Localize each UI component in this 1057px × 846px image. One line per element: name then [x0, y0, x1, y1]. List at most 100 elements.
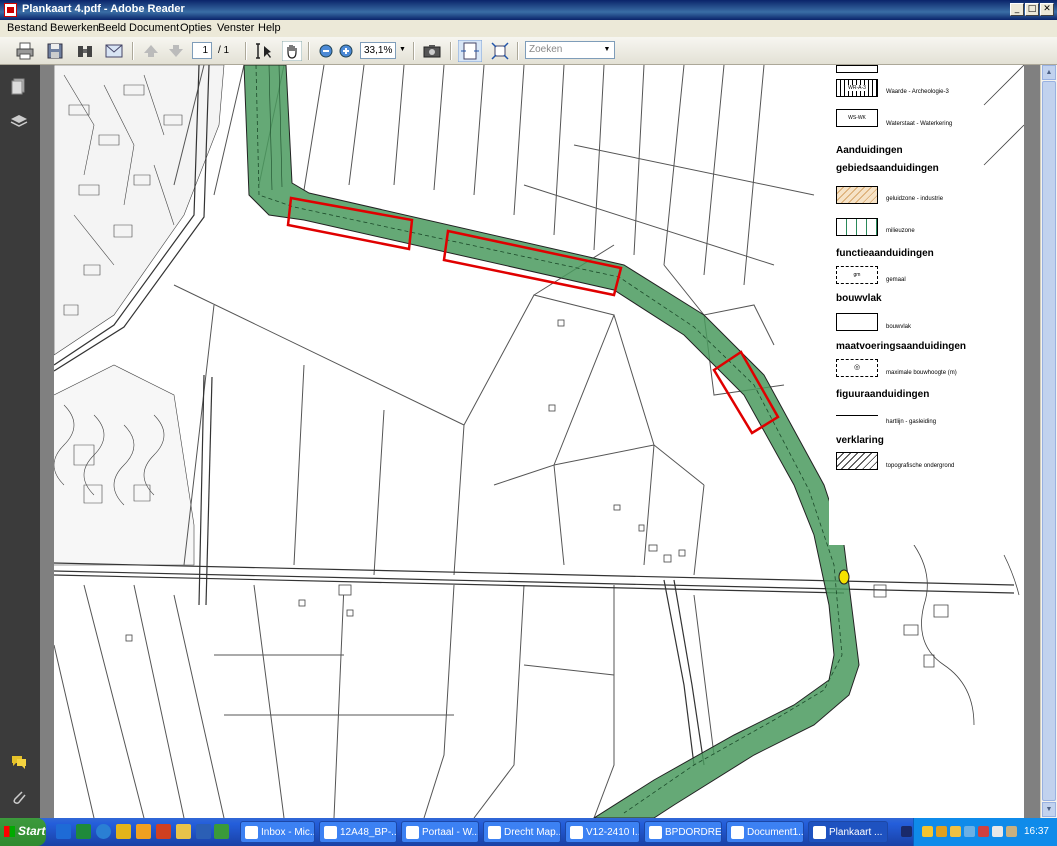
save-icon[interactable] [45, 41, 65, 61]
legend-label-archeologie: Waarde - Archeologie-3 [886, 89, 949, 95]
legend-swatch-archeologie: WR-A-3 [836, 79, 878, 97]
search-input[interactable]: Zoeken ▼ [525, 41, 615, 59]
windows-flag-icon [4, 826, 15, 837]
pdf-page[interactable]: WR-A-3 Waarde - Archeologie-3 WS-WK Wate… [54, 65, 1024, 818]
internet-explorer-icon [488, 826, 501, 839]
task-portaal[interactable]: Portaal - W... [401, 821, 479, 843]
legend-swatch-top [836, 65, 878, 73]
navigation-panel [0, 65, 40, 818]
snapshot-icon[interactable] [422, 41, 442, 61]
zoom-out-icon[interactable] [316, 41, 336, 61]
task-document1[interactable]: Document1... [726, 821, 804, 843]
legend-swatch-waterkering: WS-WK [836, 109, 878, 127]
search-dropdown-icon[interactable]: ▼ [601, 43, 613, 57]
word-icon [731, 826, 744, 839]
menu-venster[interactable]: Venster [217, 22, 254, 34]
page-number-input[interactable]: 1 [192, 42, 212, 59]
folder-icon[interactable] [176, 824, 191, 839]
tray-lock-icon[interactable] [1006, 826, 1017, 837]
close-button[interactable]: ✕ [1040, 3, 1054, 16]
menu-help[interactable]: Help [258, 22, 281, 34]
legend-heading-functieaanduidingen: functieaanduidingen [836, 248, 934, 259]
task-bpdordre[interactable]: BPDORDRE... [644, 821, 722, 843]
legend-label-topografie: topografische ondergrond [886, 463, 955, 469]
prev-page-icon[interactable] [141, 41, 161, 61]
maximize-button[interactable]: □ [1025, 3, 1039, 16]
legend-swatch-milieuzone [836, 218, 878, 236]
quicklaunch-xd-icon[interactable] [214, 824, 229, 839]
legend-heading-maatvoering: maatvoeringsaanduidingen [836, 341, 967, 352]
menu-bestand[interactable]: Bestand [7, 22, 47, 34]
show-desktop-icon[interactable] [56, 824, 71, 839]
start-button[interactable]: Start [0, 818, 46, 846]
legend-label-geluidzone: geluidzone - industrie [886, 196, 944, 202]
tray-app-icon[interactable] [936, 826, 947, 837]
legend-label-hartlijn: hartlijn - gasleiding [886, 419, 937, 425]
page-total: / 1 [218, 45, 230, 56]
excel-icon[interactable] [76, 824, 91, 839]
legend-heading-gebiedsaanduidingen: gebiedsaanduidingen [836, 163, 939, 174]
minimize-button[interactable]: _ [1010, 3, 1024, 16]
toolbar: 1 / 1 33,1% ▼ Zoeken ▼ [0, 37, 1057, 65]
clock[interactable]: 16:37 [1024, 826, 1049, 837]
menu-document[interactable]: Document [129, 22, 179, 34]
layers-icon[interactable] [10, 113, 28, 131]
legend-label-bouwvlak: bouwvlak [886, 324, 912, 330]
pdf-icon [570, 826, 583, 839]
legend-swatch-gemaal: gm [836, 266, 878, 284]
residential-area [54, 65, 225, 566]
zoom-dropdown-icon[interactable]: ▼ [399, 46, 406, 53]
menu-opties[interactable]: Opties [180, 22, 212, 34]
quicklaunch-tool-icon[interactable] [116, 824, 131, 839]
task-drecht-map[interactable]: Drecht Map... [483, 821, 561, 843]
outlook-icon [245, 826, 258, 839]
menu-bar: Bestand Bewerken Beeld Document Opties V… [0, 20, 1057, 37]
next-page-icon[interactable] [166, 41, 186, 61]
taskbar: Start Inbox - Mic... 12A48_BP-... Portaa… [0, 818, 1057, 846]
document-viewer[interactable]: WR-A-3 Waarde - Archeologie-3 WS-WK Wate… [40, 65, 1040, 818]
menu-beeld[interactable]: Beeld [98, 22, 126, 34]
select-text-icon[interactable] [254, 41, 274, 61]
window-title: Plankaart 4.pdf - Adobe Reader [22, 3, 185, 15]
hand-icon[interactable] [282, 41, 302, 61]
task-inbox[interactable]: Inbox - Mic... [240, 821, 315, 843]
scroll-down-icon[interactable]: ▼ [1042, 802, 1056, 817]
tray-clock-icon[interactable] [950, 826, 961, 837]
menu-bewerken[interactable]: Bewerken [50, 22, 99, 34]
email-icon[interactable] [104, 41, 124, 61]
word-icon[interactable] [196, 824, 211, 839]
tray-n-icon[interactable] [901, 826, 912, 837]
full-screen-icon[interactable] [490, 41, 510, 61]
quicklaunch-viewer-icon[interactable] [156, 824, 171, 839]
document-icon [649, 826, 662, 839]
print-icon[interactable] [15, 41, 35, 61]
pdf-icon [813, 826, 826, 839]
legend-heading-bouwvlak: bouwvlak [836, 293, 882, 304]
map-legend: WR-A-3 Waarde - Archeologie-3 WS-WK Wate… [836, 65, 1024, 545]
comments-icon[interactable] [10, 753, 28, 771]
scroll-up-icon[interactable]: ▲ [1042, 65, 1056, 80]
tray-mail-icon[interactable] [922, 826, 933, 837]
tray-network-icon[interactable] [964, 826, 975, 837]
legend-swatch-bouwvlak [836, 313, 878, 331]
vertical-scrollbar[interactable]: ▲ ▼ [1040, 65, 1057, 818]
tray-volume-icon[interactable] [992, 826, 1003, 837]
task-12a48[interactable]: 12A48_BP-... [319, 821, 397, 843]
task-plankaart[interactable]: Plankaart ... [808, 821, 888, 843]
fit-width-icon[interactable] [458, 40, 482, 62]
zoom-in-icon[interactable] [336, 41, 356, 61]
pages-icon[interactable] [10, 77, 28, 95]
quicklaunch-app-icon[interactable] [136, 824, 151, 839]
legend-label-milieuzone: milieuzone [886, 228, 915, 234]
legend-heading-figuuraanduidingen: figuuraanduidingen [836, 389, 930, 400]
scrollbar-thumb[interactable] [1042, 81, 1056, 801]
binoculars-icon[interactable] [75, 41, 95, 61]
tray-security-icon[interactable] [978, 826, 989, 837]
legend-heading-verklaring: verklaring [836, 435, 884, 446]
system-tray: 16:37 [901, 818, 1057, 846]
task-v12-2410[interactable]: V12-2410 I... [565, 821, 640, 843]
attachments-icon[interactable] [10, 788, 28, 806]
zoom-level-input[interactable]: 33,1% [360, 42, 396, 59]
internet-explorer-icon[interactable] [96, 824, 111, 839]
legend-heading-aanduidingen: Aanduidingen [836, 145, 903, 156]
